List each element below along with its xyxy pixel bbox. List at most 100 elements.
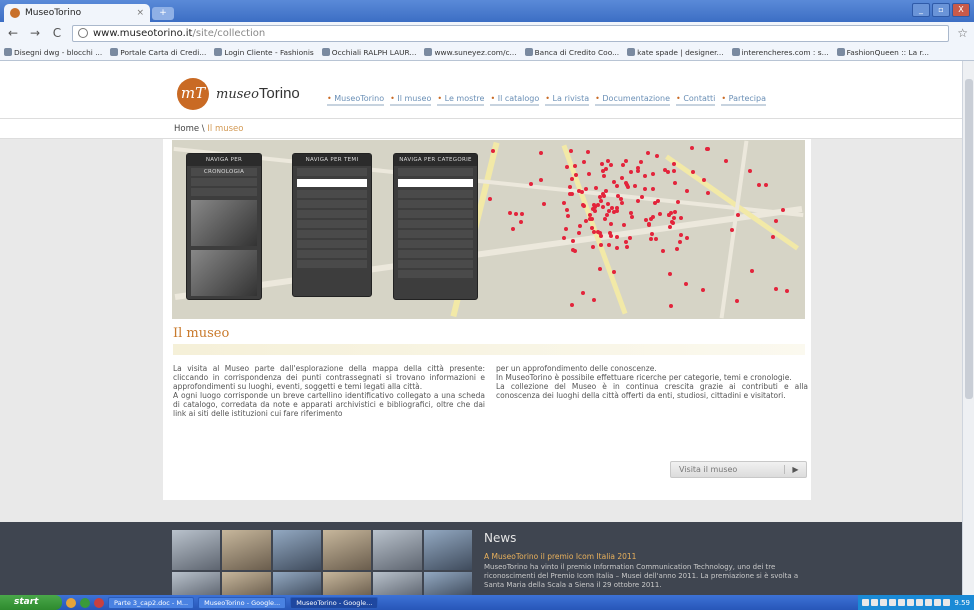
panel-row[interactable] bbox=[297, 250, 367, 258]
map-marker[interactable] bbox=[656, 198, 661, 203]
map-marker[interactable] bbox=[608, 162, 613, 167]
map-marker[interactable] bbox=[615, 194, 620, 199]
map-marker[interactable] bbox=[513, 211, 518, 216]
gallery-photo[interactable] bbox=[272, 530, 321, 570]
tray-icon[interactable] bbox=[898, 599, 906, 606]
clock[interactable]: 9.59 bbox=[952, 599, 970, 607]
map-marker[interactable] bbox=[587, 172, 592, 177]
nav-partecipa[interactable]: Partecipa bbox=[721, 94, 766, 106]
map-marker[interactable] bbox=[649, 236, 654, 241]
map-marker[interactable] bbox=[629, 170, 634, 175]
map-marker[interactable] bbox=[589, 225, 594, 230]
map-marker[interactable] bbox=[584, 219, 589, 224]
panel-cronologia[interactable]: NAVIGA PER CRONOLOGIA bbox=[186, 153, 262, 300]
map-marker[interactable] bbox=[629, 214, 634, 219]
gallery-photo[interactable] bbox=[222, 530, 271, 570]
bookmark-star-icon[interactable]: ☆ bbox=[957, 26, 968, 40]
panel-row[interactable] bbox=[191, 188, 257, 196]
panel-row[interactable] bbox=[398, 250, 473, 258]
gallery-photo[interactable] bbox=[172, 572, 221, 595]
map-marker[interactable] bbox=[675, 200, 680, 205]
panel-search-input[interactable] bbox=[398, 179, 473, 187]
address-bar[interactable]: www.museotorino.it/site/collection bbox=[72, 24, 950, 42]
taskbar-item-word[interactable]: Parte 3_cap2.doc - M... bbox=[108, 596, 195, 609]
map-marker[interactable] bbox=[577, 231, 581, 236]
map-marker[interactable] bbox=[620, 201, 625, 206]
map-marker[interactable] bbox=[784, 289, 789, 294]
gallery-photo[interactable] bbox=[172, 530, 221, 570]
map-marker[interactable] bbox=[735, 212, 740, 217]
map-marker[interactable] bbox=[603, 216, 608, 221]
close-window-button[interactable]: X bbox=[952, 3, 970, 17]
map-marker[interactable] bbox=[669, 211, 674, 216]
map-marker[interactable] bbox=[599, 161, 604, 166]
map-marker[interactable] bbox=[562, 200, 566, 205]
map-marker[interactable] bbox=[583, 186, 588, 191]
gallery-photo[interactable] bbox=[423, 530, 472, 570]
gallery-photo[interactable] bbox=[222, 572, 271, 595]
visit-museum-button[interactable]: Visita il museo ▶ bbox=[670, 461, 807, 478]
map-marker[interactable] bbox=[689, 146, 694, 151]
bookmark-item[interactable]: Portale Carta di Credi... bbox=[110, 48, 206, 57]
tray-icon[interactable] bbox=[862, 599, 870, 606]
panel-row[interactable] bbox=[297, 230, 367, 238]
panel-row[interactable] bbox=[191, 178, 257, 186]
map-marker[interactable] bbox=[657, 211, 662, 216]
back-icon[interactable]: ← bbox=[6, 26, 20, 40]
map-marker[interactable] bbox=[581, 290, 586, 295]
start-button[interactable]: start bbox=[0, 595, 62, 610]
taskbar-item-chrome[interactable]: MuseoTorino - Google... bbox=[198, 596, 287, 609]
gallery-photo[interactable] bbox=[423, 572, 472, 595]
new-tab-button[interactable]: + bbox=[152, 7, 174, 20]
map-marker[interactable] bbox=[591, 298, 596, 303]
tray-icon[interactable] bbox=[916, 599, 924, 606]
map-marker[interactable] bbox=[748, 169, 753, 174]
map-marker[interactable] bbox=[607, 243, 612, 248]
page-scrollbar[interactable] bbox=[962, 61, 974, 595]
map-marker[interactable] bbox=[519, 219, 523, 224]
nav-documentazione[interactable]: Documentazione bbox=[595, 94, 671, 106]
map-marker[interactable] bbox=[773, 219, 778, 224]
panel-row[interactable] bbox=[398, 240, 473, 248]
map-marker[interactable] bbox=[577, 223, 582, 228]
bookmark-item[interactable]: kate spade | designer... bbox=[627, 48, 724, 57]
bookmark-item[interactable]: www.suneyez.com/c... bbox=[424, 48, 517, 57]
map-marker[interactable] bbox=[601, 205, 606, 210]
nav-museotorino[interactable]: MuseoTorino bbox=[327, 94, 385, 106]
map-marker[interactable] bbox=[598, 194, 603, 199]
map-marker[interactable] bbox=[673, 181, 678, 186]
tray-icon[interactable] bbox=[943, 599, 951, 606]
map-marker[interactable] bbox=[671, 168, 676, 173]
map-marker[interactable] bbox=[642, 186, 647, 191]
gallery-photo[interactable] bbox=[322, 530, 372, 570]
map-marker[interactable] bbox=[701, 288, 706, 293]
map-marker[interactable] bbox=[667, 224, 672, 229]
map-marker[interactable] bbox=[632, 183, 637, 188]
browser-tab[interactable]: MuseoTorino × bbox=[4, 4, 150, 22]
tray-icon[interactable] bbox=[880, 599, 888, 606]
map-marker[interactable] bbox=[706, 190, 711, 195]
map-marker[interactable] bbox=[507, 210, 512, 215]
map-marker[interactable] bbox=[597, 267, 602, 272]
bookmark-item[interactable]: Occhiali RALPH LAUR... bbox=[321, 48, 416, 57]
panel-row[interactable] bbox=[297, 260, 367, 268]
bookmark-item[interactable]: Banca di Credito Coo... bbox=[524, 48, 619, 57]
map-marker[interactable] bbox=[654, 153, 659, 158]
map-marker[interactable] bbox=[672, 210, 677, 215]
site-logo-icon[interactable]: mT bbox=[177, 78, 209, 110]
gallery-photo[interactable] bbox=[322, 572, 372, 595]
map-marker[interactable] bbox=[734, 298, 739, 303]
map-marker[interactable] bbox=[601, 173, 606, 178]
map-marker[interactable] bbox=[763, 182, 768, 187]
panel-search-input[interactable] bbox=[297, 179, 367, 187]
panel-row[interactable] bbox=[398, 210, 473, 218]
map-marker[interactable] bbox=[729, 227, 734, 232]
gallery-photo[interactable] bbox=[373, 572, 422, 595]
panel-row[interactable] bbox=[398, 220, 473, 228]
map-marker[interactable] bbox=[678, 239, 683, 244]
tray-icon[interactable] bbox=[889, 599, 897, 606]
quicklaunch-icon[interactable] bbox=[66, 597, 76, 608]
tray-icon[interactable] bbox=[925, 599, 933, 606]
map-marker[interactable] bbox=[539, 151, 544, 156]
map-marker[interactable] bbox=[614, 183, 619, 188]
